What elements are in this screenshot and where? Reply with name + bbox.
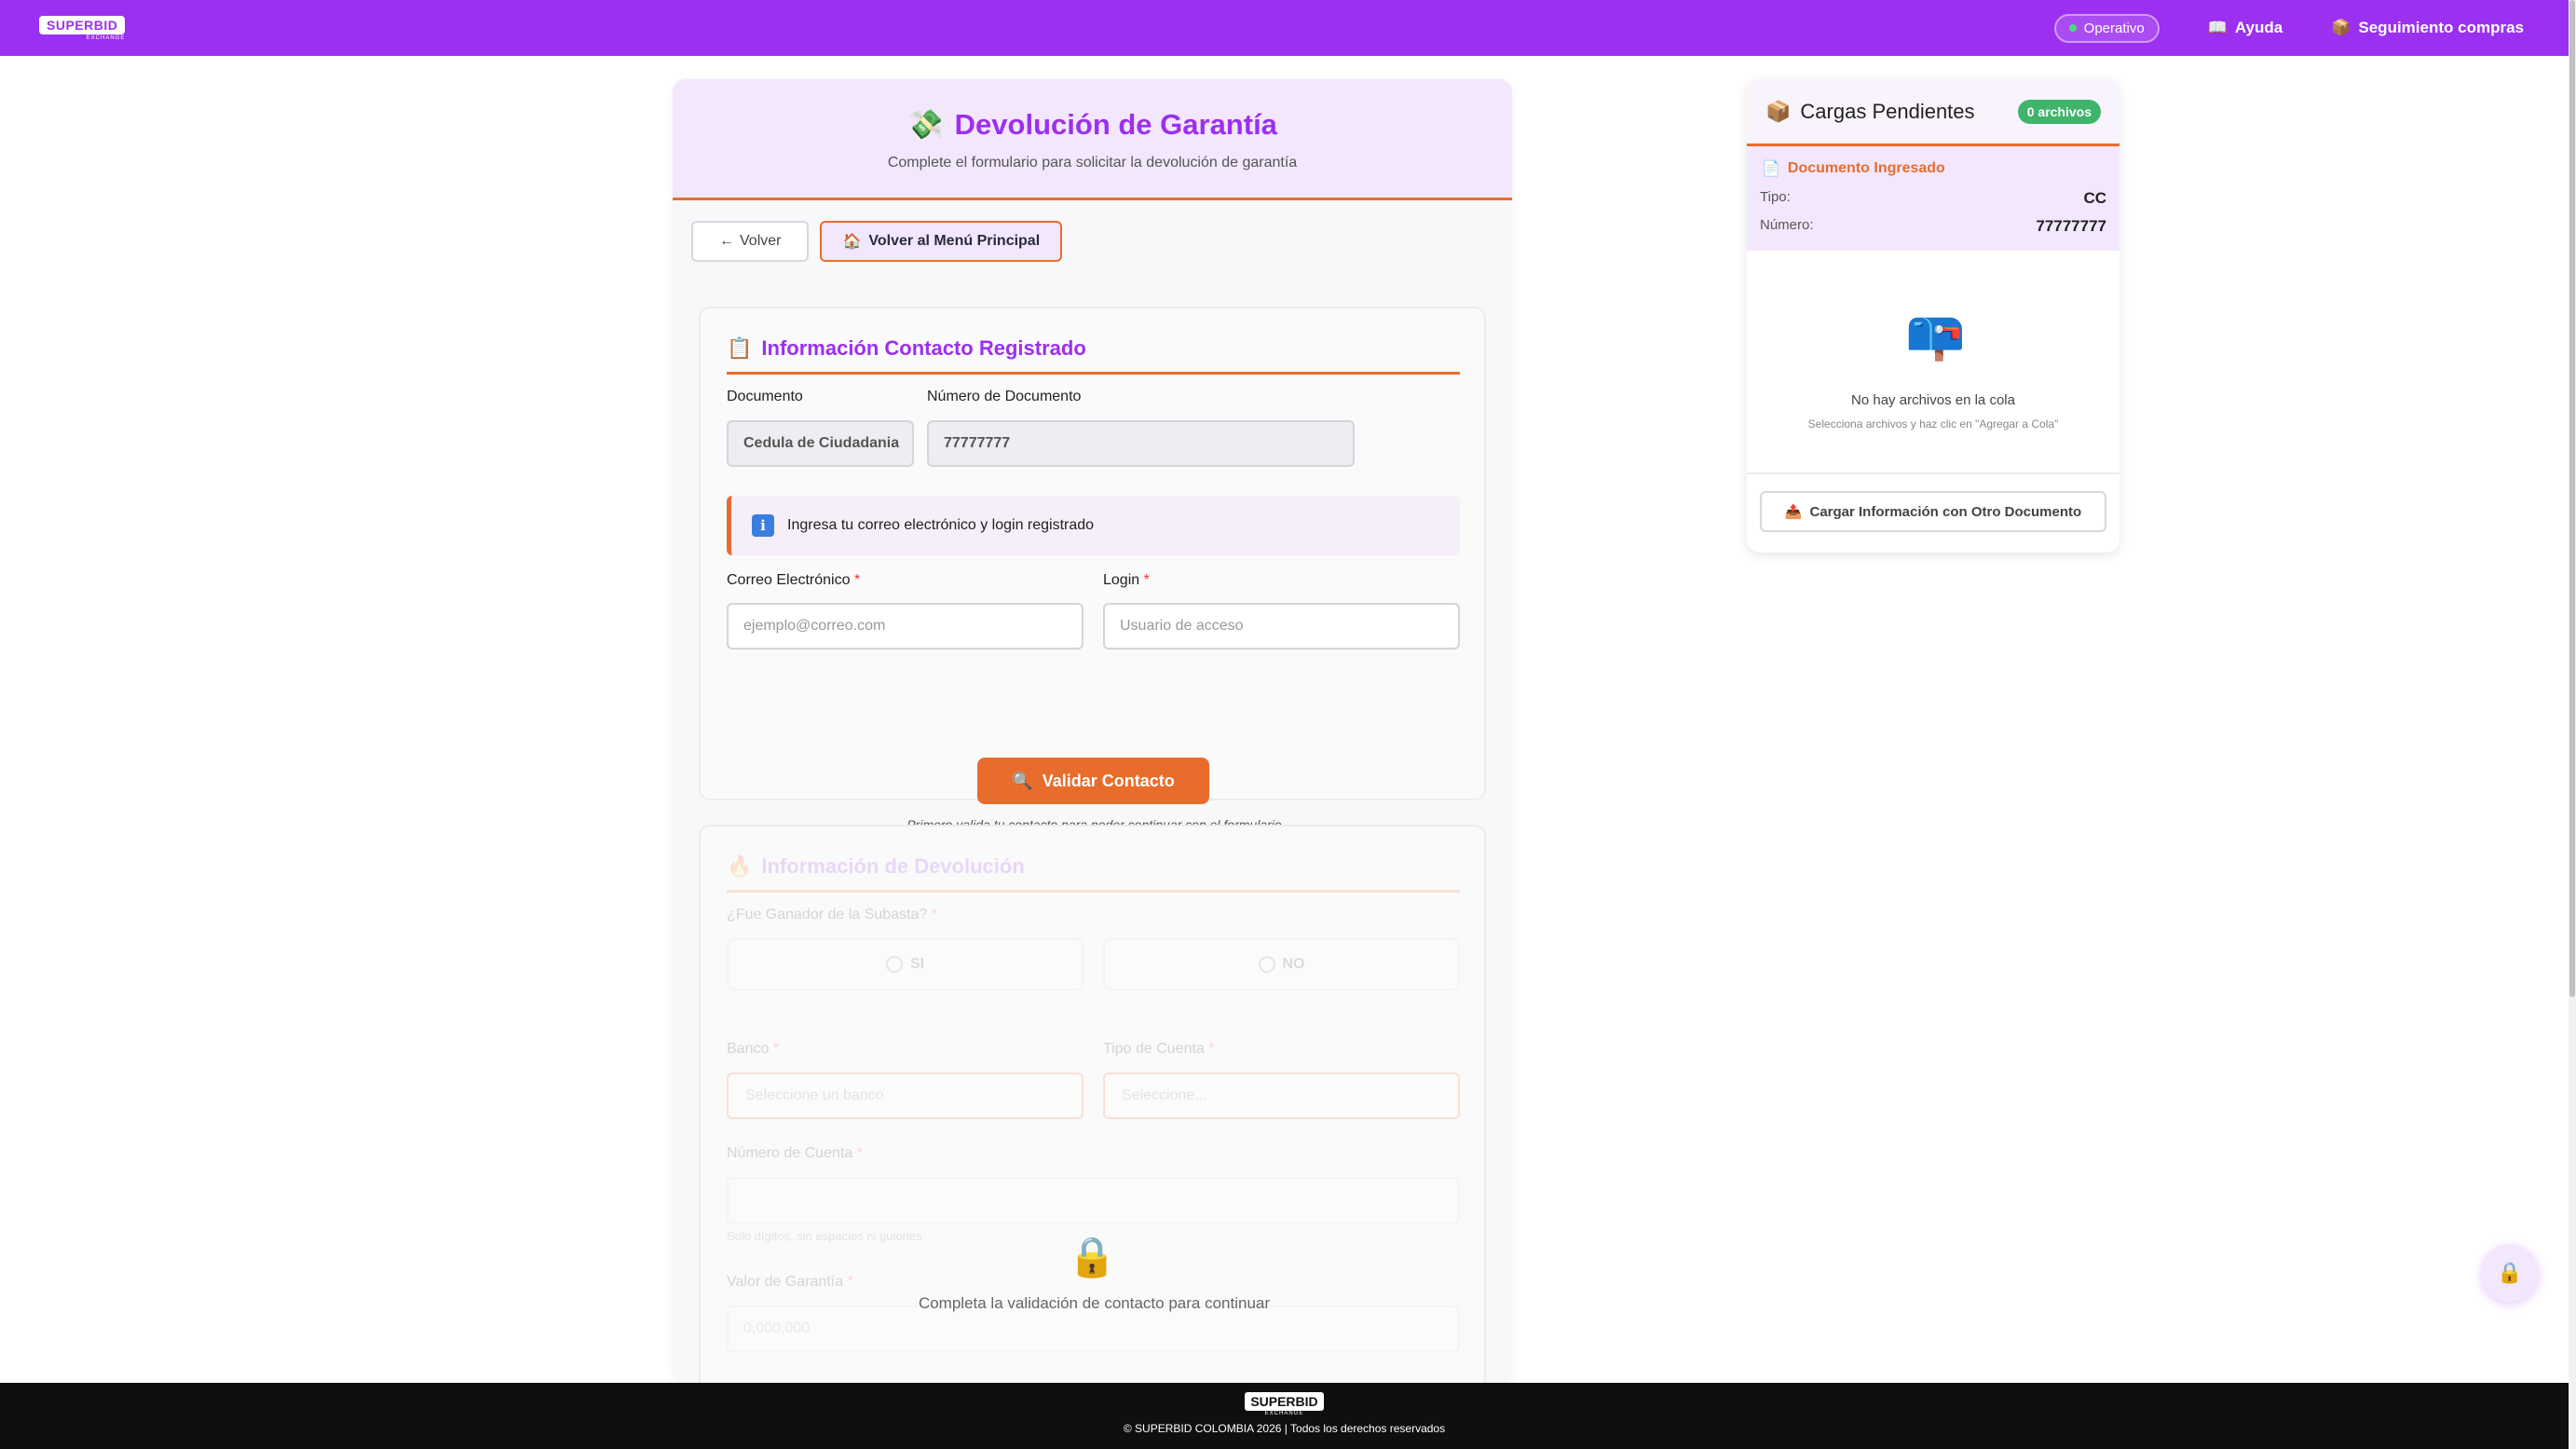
pending-title-text: Cargas Pendientes xyxy=(1800,99,1975,123)
status-badge: Operativo xyxy=(2053,13,2160,43)
doc-type-row: Tipo: CC xyxy=(1760,189,2106,208)
doc-type-label: Tipo: xyxy=(1760,189,1791,205)
status-dot-icon xyxy=(2068,24,2077,32)
doc-type-value: CC xyxy=(2083,189,2106,207)
scrollbar-thumb[interactable] xyxy=(2569,0,2575,997)
login-label-text: Login xyxy=(1103,572,1140,588)
entered-document-text: Documento Ingresado xyxy=(1787,160,1945,176)
pending-uploads-panel: 📦 Cargas Pendientes 0 archivos 📄 Documen… xyxy=(1747,79,2119,553)
empty-queue-title: No hay archivos en la cola xyxy=(1851,392,2015,408)
main-menu-button[interactable]: 🏠 Volver al Menú Principal xyxy=(820,221,1063,262)
required-mark: * xyxy=(1143,572,1150,588)
footer-logo-wrap: SUPERBID EXCHANGE xyxy=(0,1383,2569,1416)
document-label: Documento xyxy=(727,389,803,404)
mailbox-icon: 📪 xyxy=(1905,308,1966,362)
email-label-text: Correo Electrónico xyxy=(727,572,851,588)
back-button[interactable]: ← Volver xyxy=(691,221,810,262)
back-label: Volver xyxy=(740,233,782,249)
lock-icon: 🔒 xyxy=(2497,1261,2523,1284)
empty-queue-subtitle: Selecciona archivos y haz clic en "Agreg… xyxy=(1807,417,2059,431)
money-icon: 💸 xyxy=(907,108,944,141)
box-icon: 📦 xyxy=(1765,99,1792,123)
info-text: Ingresa tu correo electrónico y login re… xyxy=(787,517,1095,533)
login-label: Login * xyxy=(1103,572,1150,589)
info-icon: i xyxy=(752,514,774,537)
doc-number-label: Número: xyxy=(1760,217,1814,233)
floating-lock-button[interactable]: 🔒 xyxy=(2481,1244,2539,1302)
page-title-text: Devolución de Garantía xyxy=(954,107,1277,141)
help-label: Ayuda xyxy=(2234,19,2283,36)
upload-other-document-button[interactable]: 📤 Cargar Información con Otro Documento xyxy=(1760,491,2106,532)
document-type-field: Cedula de Ciudadania xyxy=(727,420,914,467)
doc-number-value: 77777777 xyxy=(2036,217,2106,235)
document-icon: 📄 xyxy=(1762,161,1780,177)
info-alert: i Ingresa tu correo electrónico y login … xyxy=(727,496,1460,555)
lock-icon: 🔒 xyxy=(1068,1235,1117,1278)
email-input[interactable]: ejemplo@correo.com xyxy=(727,603,1084,649)
book-icon: 📖 xyxy=(2207,19,2228,36)
magnifier-icon: 🔍 xyxy=(1012,771,1033,790)
card-header: 💸 Devolución de Garantía Complete el for… xyxy=(673,79,1512,200)
contact-section-title: 📋 Información Contacto Registrado xyxy=(727,336,1460,375)
guarantee-return-card: 💸 Devolución de Garantía Complete el for… xyxy=(673,79,1512,1384)
document-number-field: 77777777 xyxy=(927,420,1355,467)
doc-number-row: Número: 77777777 xyxy=(1760,217,2106,236)
page-footer: SUPERBID EXCHANGE © SUPERBID COLOMBIA 20… xyxy=(0,1383,2569,1449)
tracking-link[interactable]: 📦 Seguimiento compras xyxy=(2331,19,2524,37)
topbar-actions: Operativo 📖 Ayuda 📦 Seguimiento compras xyxy=(2053,13,2529,43)
empty-queue: 📪 No hay archivos en la cola Selecciona … xyxy=(1747,251,2119,474)
validate-contact-button[interactable]: 🔍 Validar Contacto xyxy=(977,758,1209,804)
lock-message: Completa la validación de contacto para … xyxy=(918,1294,1271,1312)
document-number-label: Número de Documento xyxy=(927,389,1082,404)
entered-document-box: 📄 Documento Ingresado Tipo: CC Número: 7… xyxy=(1747,146,2119,251)
page-title: 💸 Devolución de Garantía xyxy=(907,107,1277,142)
footer-logo-subtext: EXCHANGE xyxy=(1264,1411,1304,1416)
page-scrollbar[interactable] xyxy=(2569,0,2576,1449)
arrow-left-icon: ← xyxy=(719,233,734,249)
lock-overlay: 🔒 Completa la validación de contacto par… xyxy=(701,827,1488,1384)
main-menu-label: Volver al Menú Principal xyxy=(868,233,1041,249)
tracking-label: Seguimiento compras xyxy=(2358,19,2524,36)
clipboard-icon: 📋 xyxy=(727,336,753,360)
return-info-section: 🔥 Información de Devolución ¿Fue Ganador… xyxy=(699,825,1486,1384)
help-link[interactable]: 📖 Ayuda xyxy=(2208,19,2283,37)
brand-logo[interactable]: SUPERBID EXCHANGE xyxy=(39,15,126,41)
validate-label: Validar Contacto xyxy=(1042,771,1175,790)
entered-document-title: 📄 Documento Ingresado xyxy=(1760,159,2106,178)
logo-text: SUPERBID xyxy=(39,15,126,34)
login-input[interactable]: Usuario de acceso xyxy=(1103,603,1460,649)
home-icon: 🏠 xyxy=(842,234,862,250)
top-navbar: SUPERBID EXCHANGE Operativo 📖 Ayuda 📦 Se… xyxy=(0,0,2569,56)
nav-buttons: ← Volver 🏠 Volver al Menú Principal xyxy=(691,221,1063,262)
footer-logo: SUPERBID xyxy=(1245,1392,1324,1411)
status-label: Operativo xyxy=(2083,20,2145,36)
package-icon: 📦 xyxy=(2331,19,2351,36)
contact-title-text: Información Contacto Registrado xyxy=(761,336,1086,360)
contact-section: 📋 Información Contacto Registrado Docume… xyxy=(699,307,1486,832)
required-mark: * xyxy=(853,572,861,588)
page-subtitle: Complete el formulario para solicitar la… xyxy=(887,155,1298,171)
file-count-badge: 0 archivos xyxy=(2017,99,2101,124)
footer-copyright: © SUPERBID COLOMBIA 2026 | Todos los der… xyxy=(1123,1422,1446,1435)
pending-uploads-title: 📦 Cargas Pendientes xyxy=(1765,100,1975,124)
upload-icon: 📤 xyxy=(1784,504,1803,520)
pending-uploads-header: 📦 Cargas Pendientes 0 archivos xyxy=(1747,79,2119,146)
logo-subtext: EXCHANGE xyxy=(86,34,126,41)
email-label: Correo Electrónico * xyxy=(727,572,860,589)
upload-other-label: Cargar Información con Otro Documento xyxy=(1809,503,2082,520)
